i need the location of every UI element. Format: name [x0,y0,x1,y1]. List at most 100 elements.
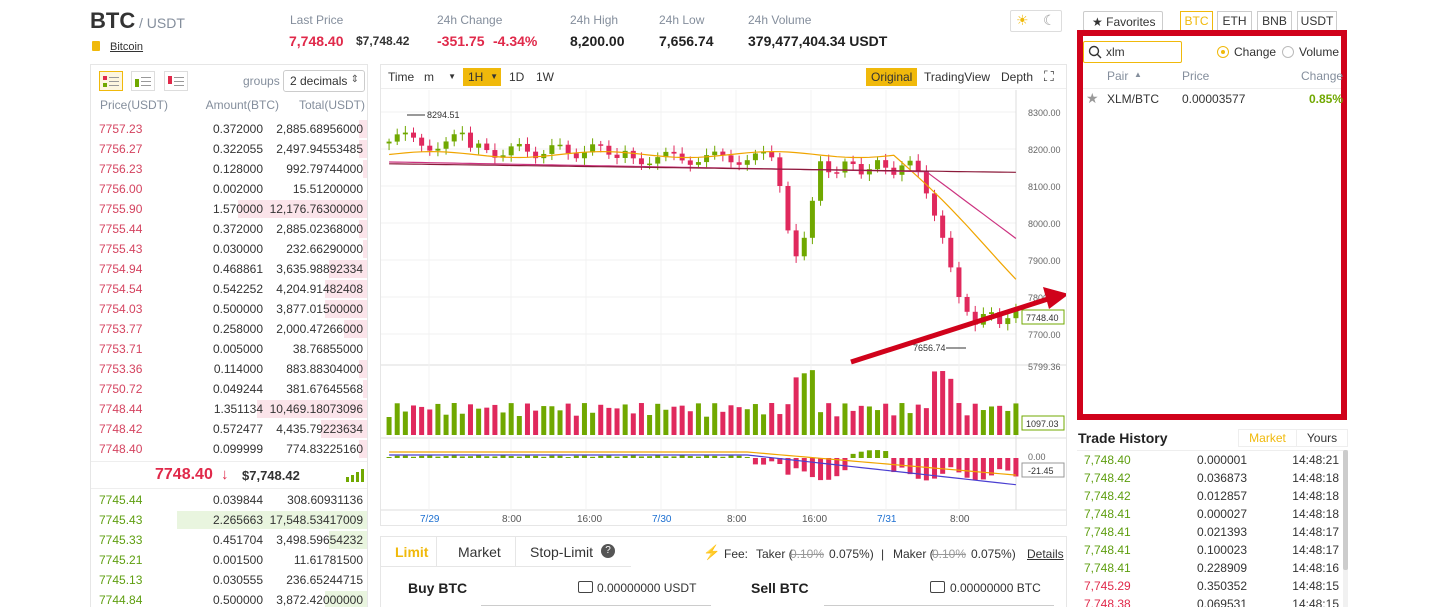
bid-row[interactable]: 7745.43 2.265663 17,548.53417009 [91,510,367,530]
ask-row[interactable]: 7748.44 1.351134 10,469.18073096 [91,399,367,419]
ask-row[interactable]: 7753.77 0.258000 2,000.47266000 [91,319,367,339]
scrollbar[interactable] [1343,450,1348,607]
interval-minutes-select[interactable]: m ▼ [419,68,459,86]
radio-change[interactable] [1217,46,1229,58]
macd-bar [638,456,644,458]
stat-label-volume: 24h Volume [748,13,812,27]
lightning-icon: ⚡ [703,544,721,560]
col-header-pair[interactable]: Pair [1107,69,1128,83]
view-depth[interactable]: Depth [996,68,1038,86]
fullscreen-icon[interactable]: ⛶ [1044,68,1054,85]
volume-bar [858,405,864,435]
col-header-change[interactable]: Change [1301,69,1343,83]
tab-my-trades[interactable]: Yours [1296,429,1348,447]
col-header-price[interactable]: Price [1182,69,1209,83]
ask-row[interactable]: 7756.00 0.002000 15.51200000 [91,179,367,199]
groups-select[interactable]: 2 decimals ⇕ [283,70,365,92]
ask-row[interactable]: 7755.44 0.372000 2,885.02368000 [91,219,367,239]
radio-volume[interactable] [1282,46,1294,58]
bid-row[interactable]: 7745.44 0.039844 308.60931136 [91,490,367,510]
interval-1d[interactable]: 1D [504,68,529,86]
low-price-label: 7656.74 [913,343,946,353]
volume-bar [744,409,750,435]
price-tick-label: 7700.00 [1028,330,1061,340]
macd-bar [492,456,498,458]
macd-bar [964,458,970,478]
market-tab-bnb[interactable]: BNB [1257,11,1292,31]
candle-body [419,137,425,146]
volume-bar [736,407,742,435]
ask-row[interactable]: 7753.71 0.005000 38.76855000 [91,339,367,359]
groups-label: groups [243,74,280,88]
volume-bar [573,415,579,435]
ask-row[interactable]: 7757.23 0.372000 2,885.68956000 [91,119,367,139]
view-original[interactable]: Original [866,68,918,86]
candle-body [826,161,832,173]
row-price: 7748.44 [99,402,143,416]
search-input[interactable] [1106,44,1178,60]
view-tradingview[interactable]: TradingView [919,68,995,86]
ask-row[interactable]: 7756.23 0.128000 992.79744000 [91,159,367,179]
ask-row[interactable]: 7754.03 0.500000 3,877.01500000 [91,299,367,319]
ask-row[interactable]: 7756.27 0.322055 2,497.94553485 [91,139,367,159]
orderbook-asks-icon[interactable] [164,71,188,91]
order-type-tabs: Limit Market Stop-Limit ? [381,537,631,567]
candle-body [516,143,522,147]
macd-bar [655,455,661,458]
macd-bar [516,456,522,458]
candle-body [402,132,408,135]
volume-bar [492,404,498,435]
trade-time: 14:48:18 [1292,471,1339,485]
coin-name-link[interactable]: Bitcoin [110,41,143,53]
fee-details-link[interactable]: Details [1027,547,1064,561]
volume-bar [565,403,571,435]
volume-bar [402,411,408,435]
orderbook-bids-icon[interactable] [131,71,155,91]
row-price: 7744.84 [99,593,143,607]
market-tab-eth[interactable]: ETH [1217,11,1252,31]
tab-market-trades[interactable]: Market [1238,429,1297,447]
market-tab-usdt[interactable]: USDT [1297,11,1337,31]
time-tick-label: 16:00 [802,514,827,525]
favorites-button[interactable]: ★ Favorites [1083,11,1163,31]
ask-row[interactable]: 7748.42 0.572477 4,435.79223634 [91,419,367,439]
market-row[interactable]: ★ XLM/BTC 0.00003577 0.85% [1083,89,1343,109]
tab-market[interactable]: Market [458,544,501,560]
ask-row[interactable]: 7755.43 0.030000 232.66290000 [91,239,367,259]
market-tab-btc[interactable]: BTC [1180,11,1213,31]
bid-row[interactable]: 7745.33 0.451704 3,498.59654232 [91,530,367,550]
help-icon[interactable]: ? [601,544,615,558]
last-price-row: 7748.40 ↓ $7,748.42 [91,461,367,489]
bid-row[interactable]: 7744.84 0.500000 3,872.42000000 [91,590,367,607]
ask-row[interactable]: 7750.72 0.049244 381.67645568 [91,379,367,399]
depth-bar [363,380,367,398]
row-amount: 0.049244 [212,382,263,396]
interval-time-label: Time [388,70,415,84]
tab-limit[interactable]: Limit [395,544,428,560]
ask-row[interactable]: 7748.40 0.099999 774.83225160 [91,439,367,459]
time-tick-label: 16:00 [577,514,602,525]
search-field[interactable] [1083,41,1182,63]
orderbook-both-icon[interactable] [99,71,123,91]
volume-bar [476,408,482,435]
tab-stop-limit[interactable]: Stop-Limit [530,544,593,560]
ask-row[interactable]: 7755.90 1.570000 12,176.76300000 [91,199,367,219]
moon-icon[interactable]: ☾ [1043,12,1056,29]
trade-row: 7,748.38 0.069531 14:48:15 [1077,595,1347,607]
bid-row[interactable]: 7745.13 0.030555 236.65244715 [91,570,367,590]
favorite-star-icon[interactable]: ★ [1086,90,1099,107]
price-chart-panel: Time m ▼ 1H ▼ 1D 1W Original TradingView D… [380,64,1067,526]
ask-row[interactable]: 7754.94 0.468861 3,635.98892334 [91,259,367,279]
interval-1h[interactable]: 1H ▼ [463,68,501,86]
ask-row[interactable]: 7754.54 0.542252 4,204.91482408 [91,279,367,299]
trade-row: 7,748.41 0.000027 14:48:18 [1077,505,1347,523]
trade-time: 14:48:21 [1292,453,1339,467]
volume-bar [484,407,490,435]
ask-row[interactable]: 7753.36 0.114000 883.88304000 [91,359,367,379]
sun-icon[interactable]: ☀ [1016,12,1029,29]
interval-1w[interactable]: 1W [531,68,559,86]
price-tick-label: 8200.00 [1028,145,1061,155]
macd-bar [533,455,539,458]
trade-amount: 0.000027 [1196,507,1247,521]
bid-row[interactable]: 7745.21 0.001500 11.61781500 [91,550,367,570]
